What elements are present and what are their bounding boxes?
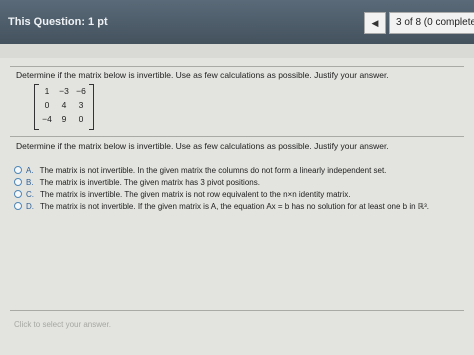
question-panel: Determine if the matrix below is inverti… [0,58,474,355]
divider [10,66,464,67]
header-bar: This Question: 1 pt ◀ 3 of 8 (0 complete… [0,0,474,44]
matrix-cell: 1 [44,86,50,96]
matrix-cell: −3 [59,86,69,96]
question-prompt-repeat: Determine if the matrix below is inverti… [16,141,389,151]
matrix-cell: 3 [78,100,84,110]
matrix-cell: 9 [61,114,67,124]
option-letter: A. [26,165,34,175]
option-b[interactable]: B. The matrix is invertible. The given m… [14,176,260,188]
option-c[interactable]: C. The matrix is invertible. The given m… [14,188,350,200]
radio-icon[interactable] [14,166,22,174]
radio-icon[interactable] [14,190,22,198]
matrix-cell: 0 [44,100,50,110]
option-letter: D. [26,201,34,211]
option-d[interactable]: D. The matrix is not invertible. If the … [14,200,429,212]
option-a[interactable]: A. The matrix is not invertible. In the … [14,164,386,176]
option-letter: B. [26,177,34,187]
option-letter: C. [26,189,34,199]
question-points-label: This Question: 1 pt [8,16,108,28]
matrix-cell: 0 [78,114,84,124]
previous-question-button[interactable]: ◀ [364,12,386,34]
option-text: The matrix is not invertible. In the giv… [39,165,387,175]
matrix-cell: −6 [76,86,86,96]
question-progress[interactable]: 3 of 8 (0 complete) [389,12,474,34]
matrix: 1 −3 −6 0 4 3 −4 9 0 [34,84,94,130]
matrix-cell: 4 [61,100,67,110]
option-text: The matrix is invertible. The given matr… [39,177,260,187]
left-arrow-icon: ◀ [371,17,379,28]
divider [10,136,464,137]
radio-icon[interactable] [14,202,22,210]
option-text: The matrix is invertible. The given matr… [40,189,351,199]
select-answer-hint: Click to select your answer. [14,320,111,329]
divider [10,310,464,311]
question-prompt: Determine if the matrix below is inverti… [16,70,389,80]
matrix-cell: −4 [42,114,52,124]
radio-icon[interactable] [14,178,22,186]
option-text: The matrix is not invertible. If the giv… [40,201,429,211]
